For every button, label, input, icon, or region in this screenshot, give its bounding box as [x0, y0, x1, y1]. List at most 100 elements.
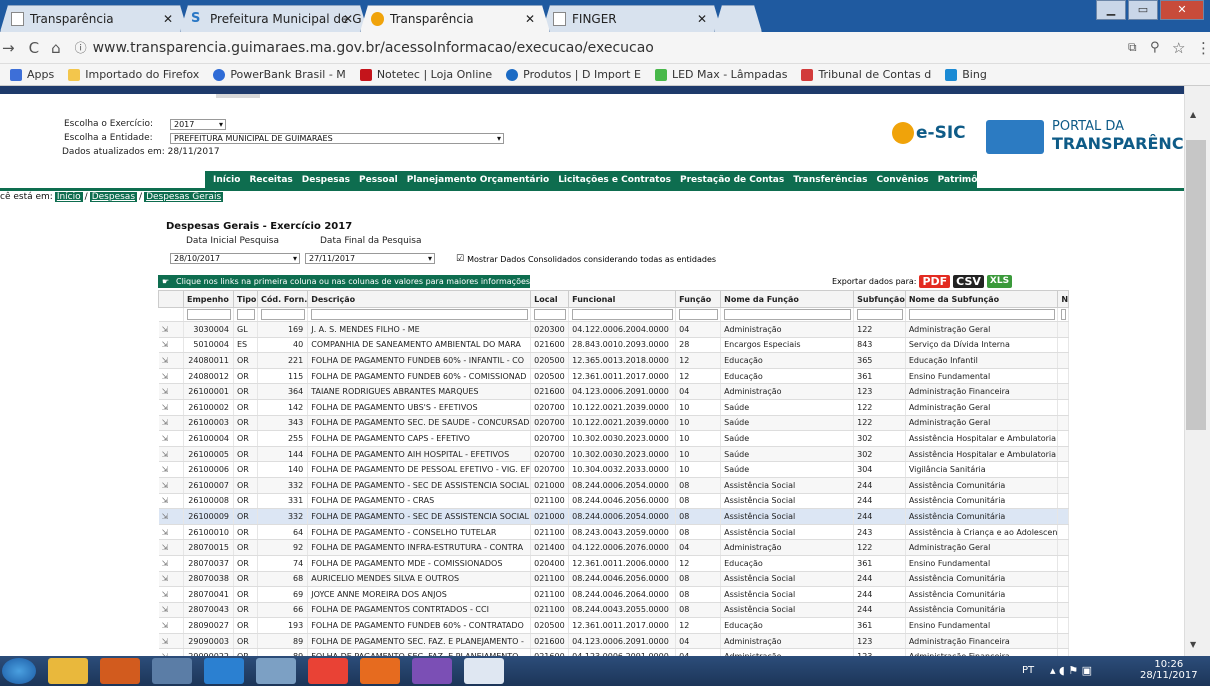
table-row[interactable]: ⇲ 24080011 OR 221 FOLHA DE PAGAMENTO FUNDEB … — [158, 352, 1070, 369]
column-header[interactable]: N — [1057, 290, 1070, 308]
table-row[interactable]: ⇲ 5010004 ES 40 COMPANHIA DE SANEAMENTO AMBI… — [158, 337, 1070, 354]
url-input[interactable]: www.transparencia.guimaraes.ma.gov.br/ac… — [93, 40, 654, 56]
column-filter-input[interactable] — [257, 307, 309, 322]
row-detail-icon[interactable]: ⇲ — [158, 508, 184, 525]
column-header[interactable]: Local — [530, 290, 570, 308]
bookmark-item[interactable]: Importado do Firefox — [68, 68, 199, 81]
table-row[interactable]: ⇲ 28070043 OR 66 FOLHA DE PAGAMENTOS CONTRTA… — [158, 602, 1070, 619]
data-final-input[interactable]: 27/11/2017 ▾ — [305, 253, 435, 264]
table-row[interactable]: ⇲ 26100001 OR 364 TAIANE RODRIGUES ABRANTES … — [158, 383, 1070, 400]
scrollbar-thumb[interactable] — [1186, 140, 1206, 430]
table-row[interactable]: ⇲ 26100007 OR 332 FOLHA DE PAGAMENTO - SEC D… — [158, 477, 1070, 494]
bookmark-apps[interactable]: Apps — [10, 68, 54, 81]
column-filter-input[interactable] — [530, 307, 570, 322]
export-csv-button[interactable]: CSV — [953, 275, 984, 288]
table-cell[interactable]: 28070015 — [183, 539, 234, 556]
explorer-icon[interactable] — [48, 658, 88, 684]
export-pdf-button[interactable]: PDF — [919, 275, 951, 288]
column-filter-input[interactable] — [1057, 307, 1070, 322]
breadcrumb-despesas[interactable]: Despesas — [89, 192, 138, 202]
column-header[interactable]: Nome da Função — [720, 290, 855, 308]
row-detail-icon[interactable]: ⇲ — [158, 571, 184, 588]
firefox-icon[interactable] — [360, 658, 400, 684]
table-cell[interactable]: 26100001 — [183, 383, 234, 400]
close-icon[interactable]: ✕ — [343, 12, 353, 26]
zoom-icon[interactable]: ⚲ — [1150, 40, 1160, 55]
entidade-select[interactable]: PREFEITURA MUNICIPAL DE GUIMARAES ▾ — [170, 133, 504, 144]
menu-item-convenios[interactable]: Convênios — [876, 175, 928, 185]
column-header[interactable]: Cód. Forn. — [256, 290, 309, 308]
scroll-up-icon[interactable]: ▲ — [1190, 110, 1196, 119]
bookmark-item[interactable]: PowerBank Brasil - M — [213, 68, 346, 81]
column-filter-input[interactable] — [307, 307, 532, 322]
menu-item-pessoal[interactable]: Pessoal — [359, 175, 398, 185]
menu-item-acesso[interactable]: Acesso à Informação — [1002, 175, 1107, 185]
breadcrumb-despesas-gerais[interactable]: Despesas Gerais — [144, 192, 224, 202]
chrome-icon[interactable] — [308, 658, 348, 684]
browser-tab[interactable]: FINGER ✕ — [542, 5, 722, 32]
table-row[interactable]: ⇲ 26100009 OR 332 FOLHA DE PAGAMENTO - SEC D… — [158, 508, 1070, 525]
table-row[interactable]: ⇲ 26100010 OR 64 FOLHA DE PAGAMENTO - CONSEL… — [158, 524, 1070, 541]
row-detail-icon[interactable]: ⇲ — [158, 555, 184, 572]
clock[interactable]: 10:26 28/11/2017 — [1140, 659, 1198, 681]
table-cell[interactable]: 24080011 — [183, 352, 234, 369]
column-header[interactable]: Tipo — [233, 290, 258, 308]
language-indicator[interactable]: PT — [1022, 665, 1034, 676]
column-header[interactable]: Descrição — [307, 290, 532, 308]
row-detail-icon[interactable]: ⇲ — [158, 648, 184, 656]
table-cell[interactable]: 26100009 — [183, 508, 234, 525]
ie-icon[interactable] — [204, 658, 244, 684]
row-detail-icon[interactable]: ⇲ — [158, 383, 184, 400]
table-row[interactable]: ⇲ 26100005 OR 144 FOLHA DE PAGAMENTO AIH HOS… — [158, 446, 1070, 463]
office-icon[interactable] — [100, 658, 140, 684]
menu-item-receitas[interactable]: Receitas — [249, 175, 292, 185]
table-row[interactable]: ⇲ 26100006 OR 140 FOLHA DE PAGAMENTO DE PESS… — [158, 461, 1070, 478]
table-row[interactable]: ⇲ 28070041 OR 69 JOYCE ANNE MOREIRA DOS ANJO… — [158, 586, 1070, 603]
bookmark-item[interactable]: Produtos | D Import E — [506, 68, 641, 81]
row-detail-icon[interactable]: ⇲ — [158, 602, 184, 619]
portal-logo[interactable]: PORTAL DA TRANSPARÊNCIA — [1052, 119, 1184, 153]
menu-item-planejamento[interactable]: Planejamento Orçamentário — [407, 175, 549, 185]
table-cell[interactable]: 26100007 — [183, 477, 234, 494]
table-cell[interactable]: 26100003 — [183, 415, 234, 432]
menu-icon[interactable]: ⋮ — [1196, 39, 1210, 57]
column-filter-input[interactable] — [568, 307, 677, 322]
close-icon[interactable]: ✕ — [697, 12, 707, 26]
menu-item-licitacoes[interactable]: Licitações e Contratos — [558, 175, 671, 185]
row-detail-icon[interactable]: ⇲ — [158, 477, 184, 494]
maximize-icon[interactable]: ▭ — [1128, 0, 1158, 20]
minimize-icon[interactable]: ▁ — [1096, 0, 1126, 20]
table-cell[interactable]: 26100010 — [183, 524, 234, 541]
table-row[interactable]: ⇲ 26100008 OR 331 FOLHA DE PAGAMENTO - CRAS 0… — [158, 493, 1070, 510]
close-icon[interactable]: ✕ — [525, 12, 535, 26]
column-filter-input[interactable] — [853, 307, 906, 322]
table-row[interactable]: ⇲ 29090003 OR 89 FOLHA DE PAGAMENTO SEC. FAZ… — [158, 633, 1070, 650]
table-cell[interactable]: 28070041 — [183, 586, 234, 603]
column-header[interactable]: Nome da Subfunção — [904, 290, 1059, 308]
row-detail-icon[interactable]: ⇲ — [158, 633, 184, 650]
table-row[interactable]: ⇲ 26100003 OR 343 FOLHA DE PAGAMENTO SEC. DE… — [158, 415, 1070, 432]
table-row[interactable]: ⇲ 28070037 OR 74 FOLHA DE PAGAMENTO MDE - CO… — [158, 555, 1070, 572]
reload-icon[interactable]: C — [29, 39, 39, 57]
table-cell[interactable]: 26100002 — [183, 399, 234, 416]
bookmark-item[interactable]: Notetec | Loja Online — [359, 68, 492, 81]
close-icon[interactable]: ✕ — [163, 12, 173, 26]
table-row[interactable]: ⇲ 24080012 OR 115 FOLHA DE PAGAMENTO FUNDEB … — [158, 368, 1070, 385]
paint-icon[interactable] — [256, 658, 296, 684]
consolidado-checkbox[interactable]: ☑ Mostrar Dados Consolidados considerand… — [456, 254, 716, 264]
row-detail-icon[interactable]: ⇲ — [158, 415, 184, 432]
new-tab-button[interactable] — [714, 5, 762, 32]
exercicio-select[interactable]: 2017 ▾ — [170, 119, 226, 130]
row-detail-icon[interactable]: ⇲ — [158, 430, 184, 447]
table-cell[interactable]: 28070043 — [183, 602, 234, 619]
column-filter-input[interactable] — [720, 307, 855, 322]
export-xls-button[interactable]: XLS — [986, 275, 1013, 288]
info-icon[interactable]: ⓘ — [75, 39, 87, 56]
translate-icon[interactable]: ⧉ — [1128, 40, 1137, 55]
table-cell[interactable]: 26100004 — [183, 430, 234, 447]
calculator-icon[interactable] — [152, 658, 192, 684]
row-detail-icon[interactable]: ⇲ — [158, 399, 184, 416]
row-detail-icon[interactable]: ⇲ — [158, 493, 184, 510]
row-detail-icon[interactable]: ⇲ — [158, 524, 184, 541]
row-detail-icon[interactable]: ⇲ — [158, 586, 184, 603]
